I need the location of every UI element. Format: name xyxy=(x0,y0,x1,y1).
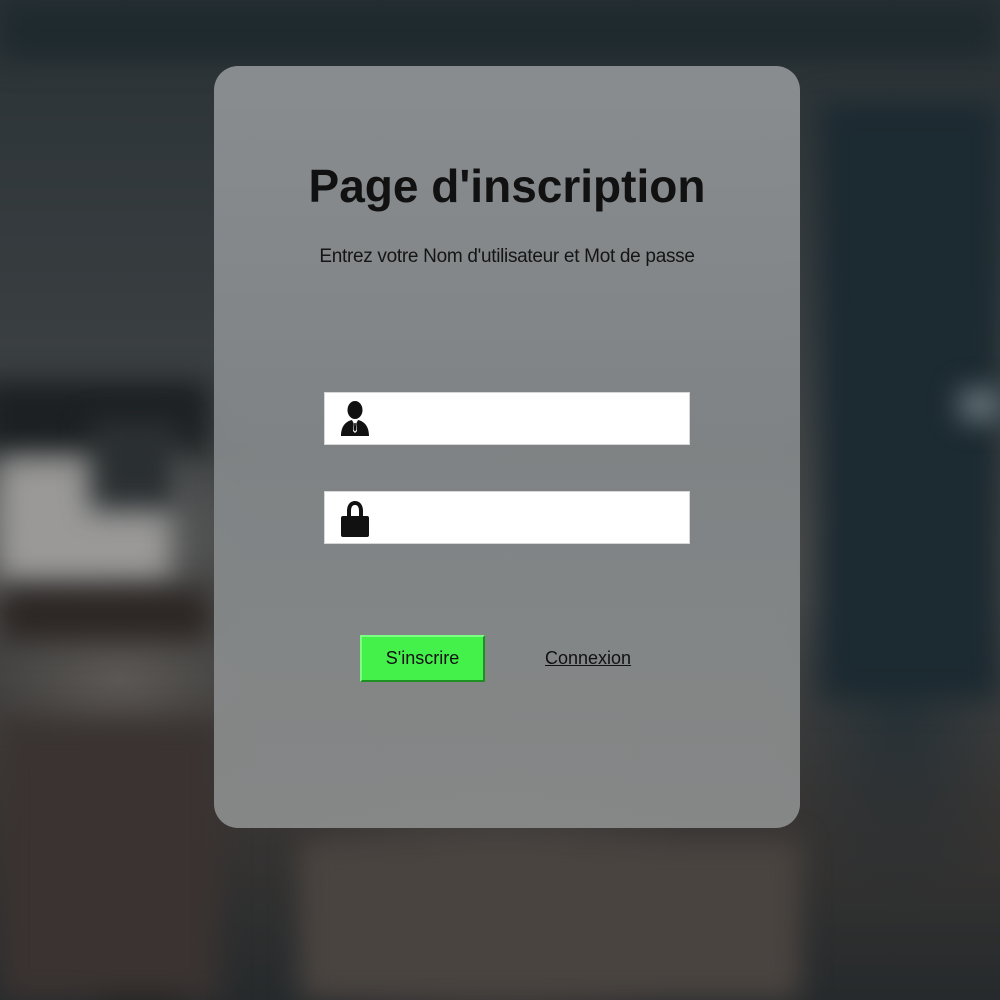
password-field[interactable] xyxy=(324,491,690,544)
page-subtitle: Entrez votre Nom d'utilisateur et Mot de… xyxy=(319,246,695,267)
login-link[interactable]: Connexion xyxy=(545,648,631,669)
user-icon xyxy=(339,400,373,438)
username-field[interactable] xyxy=(324,392,690,445)
page-title-container: Page d'inscription xyxy=(214,160,800,212)
password-input[interactable] xyxy=(385,500,681,536)
signup-button[interactable]: S'inscrire xyxy=(360,635,485,682)
username-input[interactable] xyxy=(385,401,681,437)
page-title: Page d'inscription xyxy=(308,160,706,212)
lock-icon xyxy=(339,499,373,537)
